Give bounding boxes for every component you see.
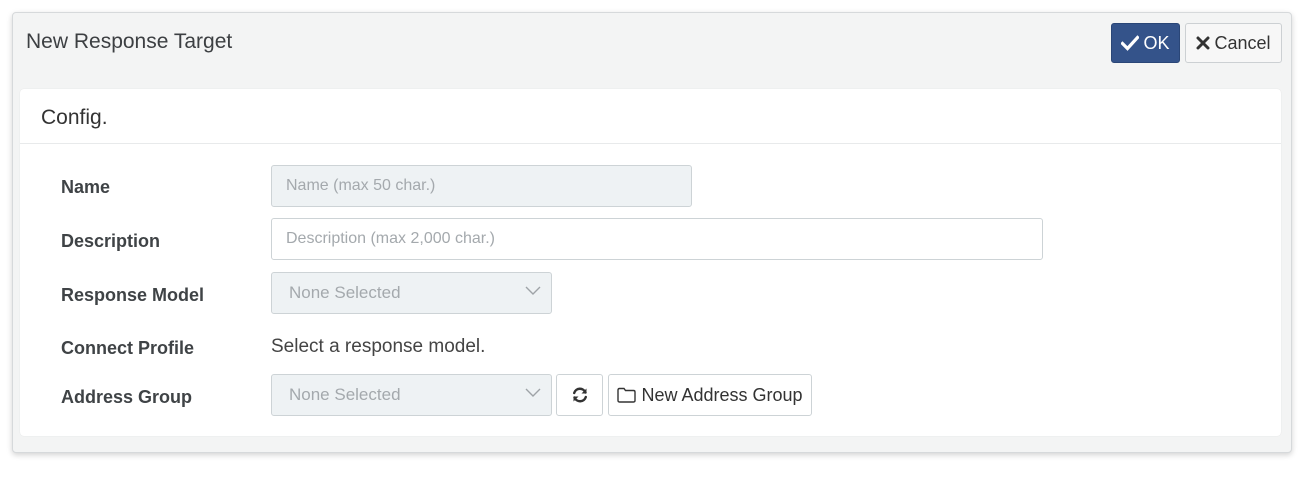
cancel-button[interactable]: Cancel — [1185, 23, 1282, 63]
ok-label: OK — [1143, 32, 1170, 53]
response-model-label: Response Model — [61, 285, 205, 305]
check-icon — [1121, 35, 1140, 51]
config-panel-header: Config. — [20, 89, 1281, 144]
chevron-down-icon — [525, 286, 541, 295]
address-group-select[interactable]: None Selected — [271, 374, 552, 416]
new-response-target-dialog: New Response Target OK Cancel Config. Na… — [12, 12, 1292, 453]
dialog-title: New Response Target — [26, 30, 233, 53]
description-input[interactable] — [271, 218, 1043, 260]
new-address-group-button[interactable]: New Address Group — [608, 374, 812, 416]
connect-profile-label: Connect Profile — [61, 338, 195, 358]
address-group-label: Address Group — [61, 387, 193, 407]
refresh-address-groups-button[interactable] — [556, 374, 603, 416]
response-model-select[interactable]: None Selected — [271, 272, 552, 314]
new-address-group-label: New Address Group — [641, 384, 803, 405]
refresh-icon — [572, 387, 587, 403]
cancel-label: Cancel — [1214, 32, 1271, 53]
ok-button[interactable]: OK — [1111, 23, 1180, 63]
description-label: Description — [61, 231, 161, 251]
config-panel: Config. Name Description Response Model … — [20, 89, 1281, 436]
chevron-down-icon — [525, 388, 541, 397]
address-group-selected: None Selected — [289, 385, 401, 404]
name-input[interactable] — [271, 165, 692, 207]
name-label: Name — [61, 177, 111, 197]
connect-profile-text: Select a response model. — [271, 336, 486, 357]
folder-icon — [617, 387, 637, 403]
close-icon — [1196, 36, 1210, 50]
panel-title: Config. — [41, 106, 108, 129]
response-model-selected: None Selected — [289, 283, 401, 302]
